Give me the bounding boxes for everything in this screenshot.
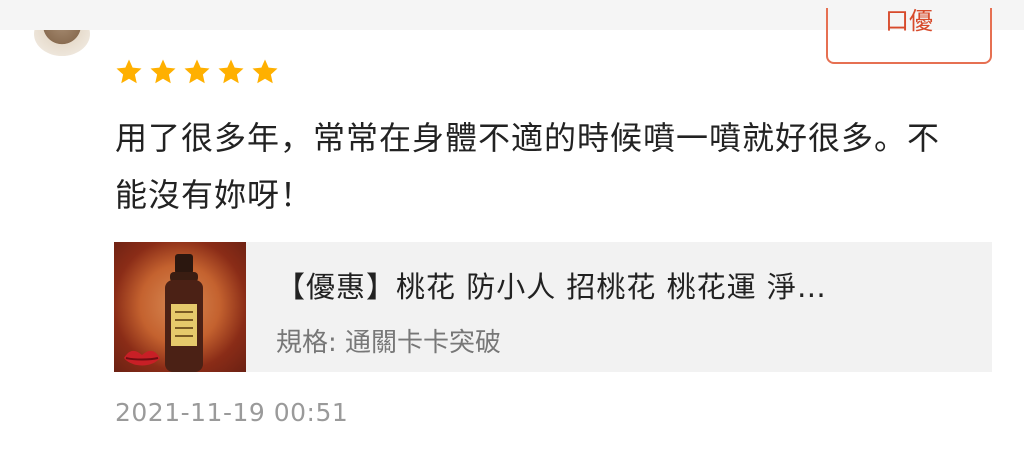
star-rating — [114, 57, 280, 87]
star-icon — [252, 59, 278, 84]
product-title[interactable]: 【優惠】桃花 防小人 招桃花 桃花運 淨… — [276, 264, 976, 306]
star-icon — [116, 59, 142, 84]
product-spec: 規格: 通關卡卡突破 — [276, 328, 502, 358]
star-icon — [150, 59, 176, 84]
review-page: 口優 用了很多年，常常在身體不適的時候噴一噴就好很多。不能沒有妳呀！ 【優惠】桃… — [0, 0, 1024, 450]
tag-button[interactable]: 口優 — [826, 8, 992, 64]
avatar-crop-mask — [30, 0, 100, 30]
bottle-image — [165, 254, 203, 372]
tag-button-label: 口優 — [885, 8, 933, 35]
product-card[interactable]: 【優惠】桃花 防小人 招桃花 桃花運 淨… 規格: 通關卡卡突破 — [114, 242, 992, 372]
product-image — [114, 242, 246, 372]
star-icon — [218, 59, 244, 84]
star-icon — [184, 59, 210, 84]
review-text: 用了很多年，常常在身體不適的時候噴一噴就好很多。不能沒有妳呀！ — [115, 119, 941, 214]
review-timestamp: 2021-11-19 00:51 — [115, 398, 349, 427]
lips-icon — [124, 350, 160, 366]
